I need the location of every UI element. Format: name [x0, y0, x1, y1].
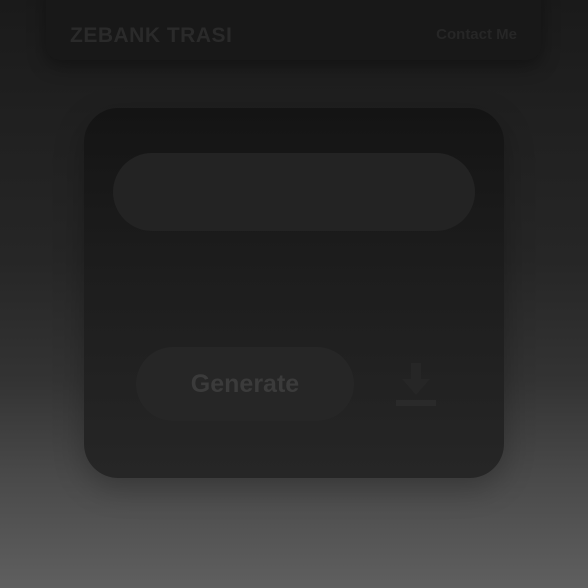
contact-me-link[interactable]: Contact Me — [436, 26, 517, 43]
generator-card: Generate — [84, 108, 504, 478]
generate-button[interactable]: Generate — [136, 347, 354, 421]
prompt-input[interactable] — [113, 153, 475, 231]
brand-logo-text[interactable]: ZEBANK TRASI — [70, 24, 232, 48]
header-bar: ZEBANK TRASI Contact Me — [46, 0, 541, 60]
download-icon — [396, 363, 436, 406]
download-button[interactable] — [386, 355, 446, 413]
